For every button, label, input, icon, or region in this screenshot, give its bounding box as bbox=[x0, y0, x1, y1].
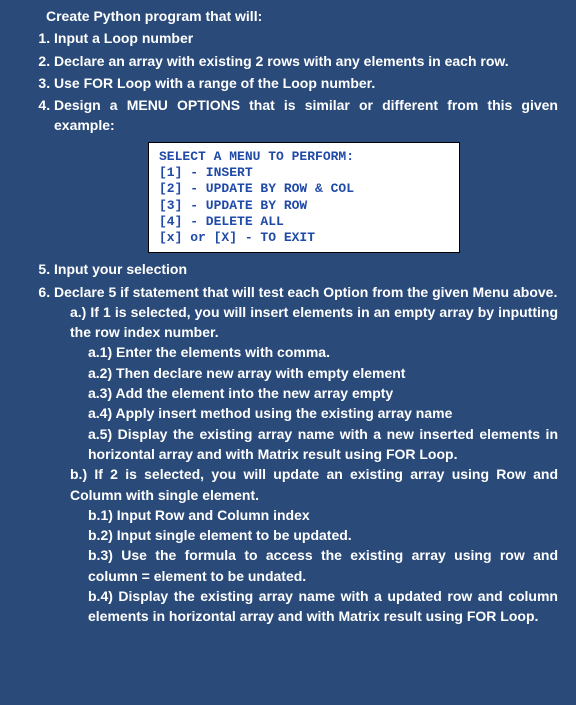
option-b1: b.1) Input Row and Column index bbox=[88, 505, 558, 525]
item-5: Input your selection bbox=[54, 259, 558, 279]
option-a3: a.3) Add the element into the new array … bbox=[88, 383, 558, 403]
option-b-intro: b.) If 2 is selected, you will update an… bbox=[70, 464, 558, 505]
option-a4: a.4) Apply insert method using the exist… bbox=[88, 403, 558, 423]
document-page: Create Python program that will: Input a… bbox=[0, 0, 576, 641]
item-4-text: Design a MENU OPTIONS that is similar or… bbox=[54, 97, 558, 133]
option-a5: a.5) Display the existing array name wit… bbox=[88, 424, 558, 465]
option-b4: b.4) Display the existing array name wit… bbox=[88, 586, 558, 627]
item-3: Use FOR Loop with a range of the Loop nu… bbox=[54, 73, 558, 93]
option-a-intro: a.) If 1 is selected, you will insert el… bbox=[70, 302, 558, 343]
item-1: Input a Loop number bbox=[54, 28, 558, 48]
menu-example-box: SELECT A MENU TO PERFORM: [1] - INSERT [… bbox=[148, 142, 460, 254]
lead-text: Create Python program that will: bbox=[46, 6, 558, 26]
item-2: Declare an array with existing 2 rows wi… bbox=[54, 51, 558, 71]
item-4: Design a MENU OPTIONS that is similar or… bbox=[54, 95, 558, 136]
option-a2: a.2) Then declare new array with empty e… bbox=[88, 363, 558, 383]
option-b3: b.3) Use the formula to access the exist… bbox=[88, 545, 558, 586]
main-list: Input a Loop number Declare an array wit… bbox=[18, 28, 558, 135]
option-a1: a.1) Enter the elements with comma. bbox=[88, 342, 558, 362]
item-6-text: Declare 5 if statement that will test ea… bbox=[54, 284, 557, 300]
option-b2: b.2) Input single element to be updated. bbox=[88, 525, 558, 545]
item-6: Declare 5 if statement that will test ea… bbox=[54, 282, 558, 627]
main-list-continued: Input your selection Declare 5 if statem… bbox=[18, 259, 558, 626]
